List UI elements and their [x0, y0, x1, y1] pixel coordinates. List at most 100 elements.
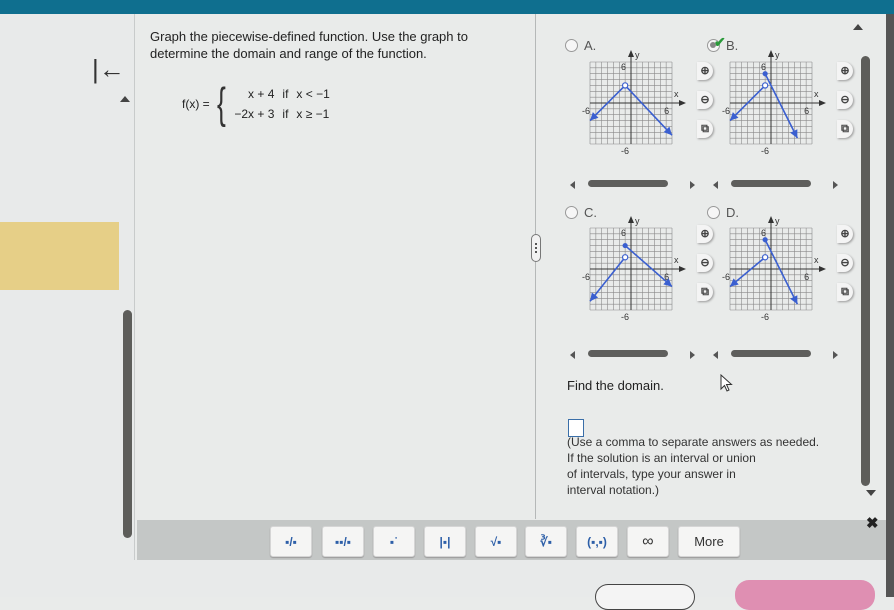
piece-2-expr: −2x + 3: [234, 107, 275, 121]
zoom-in-icon[interactable]: ⊕: [697, 225, 713, 243]
question-line-2: determine the domain and range of the fu…: [150, 46, 427, 61]
graph-horizontal-scrollbar[interactable]: [713, 180, 838, 190]
left-scroll-up-arrow[interactable]: [120, 96, 130, 102]
expand-icon[interactable]: ⧉: [697, 283, 713, 301]
expand-icon[interactable]: ⧉: [837, 120, 853, 138]
graph-svg: yx6-66-6: [582, 216, 686, 322]
zoom-in-icon[interactable]: ⊕: [837, 225, 853, 243]
mixed-number-icon: ▪▪/▪: [334, 534, 352, 549]
function-cases: x + 4 if x < −1 −2x + 3 if x ≥ −1: [234, 87, 329, 121]
exponent-button[interactable]: ▪˙: [373, 526, 415, 557]
hint-line-1: (Use a comma to separate answers as need…: [567, 435, 820, 449]
expand-icon[interactable]: ⧉: [837, 283, 853, 301]
option-graph: y x 6 -6 6 -6: [718, 50, 838, 160]
infinity-icon: ∞: [642, 532, 654, 550]
function-name: f(x) =: [182, 97, 210, 111]
mixed-number-button[interactable]: ▪▪/▪: [322, 526, 364, 557]
x-axis-label: x: [674, 89, 679, 99]
absolute-value-button[interactable]: |▪|: [424, 526, 466, 557]
y-tick-label: -6: [761, 312, 769, 322]
top-bar: [0, 0, 894, 14]
x-tick-label: 6: [804, 106, 809, 116]
window-edge: [886, 14, 894, 597]
x-axis-arrow: [819, 100, 826, 106]
y-axis-label: y: [635, 50, 640, 60]
interval-icon: (▪,▪): [587, 534, 607, 549]
answer-hint: (Use a comma to separate answers as need…: [567, 434, 867, 498]
graph-horizontal-scrollbar[interactable]: [713, 350, 838, 360]
option-graph: y x 6 -6 6 -6: [718, 216, 838, 326]
radio-button[interactable]: [565, 39, 578, 52]
question-line-1: Graph the piecewise-defined function. Us…: [150, 29, 468, 44]
y-axis-arrow: [628, 216, 634, 223]
hint-line-2: If the solution is an interval or union: [567, 451, 756, 465]
y-tick-label: -6: [621, 146, 629, 156]
right-scrollbar[interactable]: [861, 56, 870, 486]
zoom-in-icon[interactable]: ⊕: [837, 62, 853, 80]
graph-horizontal-scrollbar[interactable]: [570, 350, 695, 360]
open-endpoint: [761, 82, 769, 89]
zoom-out-icon[interactable]: ⊖: [697, 254, 713, 272]
x-axis-arrow: [679, 100, 686, 106]
right-scroll-up-arrow[interactable]: [853, 24, 863, 30]
correct-check-icon: ✔: [714, 34, 726, 50]
zoom-out-icon[interactable]: ⊖: [837, 91, 853, 109]
graph-controls: ⊕ ⊖ ⧉: [697, 62, 713, 138]
y-axis-label: y: [635, 216, 640, 226]
left-panel: |←: [0, 14, 135, 597]
hint-line-4: interval notation.): [567, 483, 660, 497]
scroll-right-arrow[interactable]: [833, 351, 838, 359]
scroll-thumb[interactable]: [731, 350, 811, 357]
x-axis-label: x: [814, 255, 819, 265]
scroll-thumb[interactable]: [588, 350, 668, 357]
close-toolbar-icon[interactable]: ✖: [866, 514, 879, 532]
zoom-out-icon[interactable]: ⊖: [697, 91, 713, 109]
x-axis-label: x: [674, 255, 679, 265]
scroll-right-arrow[interactable]: [690, 181, 695, 189]
radio-button[interactable]: [565, 206, 578, 219]
pane-resize-handle[interactable]: [531, 234, 541, 262]
closed-endpoint: [762, 237, 768, 243]
nth-root-button[interactable]: ∛▪: [525, 526, 567, 557]
scroll-left-arrow[interactable]: [570, 181, 575, 189]
y-axis-label: y: [775, 216, 780, 226]
pane-divider: [535, 14, 536, 519]
scroll-right-arrow[interactable]: [833, 181, 838, 189]
scroll-left-arrow[interactable]: [570, 351, 575, 359]
y-axis-arrow: [768, 216, 774, 223]
expand-icon[interactable]: ⧉: [697, 120, 713, 138]
graph-controls: ⊕ ⊖ ⧉: [837, 62, 853, 138]
fraction-icon: ▪/▪: [285, 534, 297, 549]
x-tick-label: -6: [582, 272, 590, 282]
hint-line-3: of intervals, type your answer in: [567, 467, 736, 481]
function-segment: [764, 73, 799, 139]
bottom-button-1[interactable]: [595, 584, 695, 610]
interval-button[interactable]: (▪,▪): [576, 526, 618, 557]
brace: {: [216, 79, 226, 128]
square-root-button[interactable]: √▪: [475, 526, 517, 557]
math-toolbar: ▪/▪ ▪▪/▪ ▪˙ |▪| √▪ ∛▪ (▪,▪) ∞ More: [137, 520, 886, 560]
scroll-right-arrow[interactable]: [690, 351, 695, 359]
fraction-button[interactable]: ▪/▪: [270, 526, 312, 557]
graph-svg: yx6-66-6: [722, 50, 826, 156]
open-endpoint: [621, 254, 629, 261]
zoom-in-icon[interactable]: ⊕: [697, 62, 713, 80]
scroll-left-arrow[interactable]: [713, 351, 718, 359]
mouse-cursor-icon: [720, 374, 733, 392]
left-scrollbar[interactable]: [123, 310, 132, 538]
scroll-thumb[interactable]: [588, 180, 668, 187]
zoom-out-icon[interactable]: ⊖: [837, 254, 853, 272]
more-button[interactable]: More: [678, 526, 740, 557]
find-domain-prompt: Find the domain.: [567, 378, 664, 393]
right-scroll-down-arrow[interactable]: [866, 490, 876, 496]
graph-horizontal-scrollbar[interactable]: [570, 180, 695, 190]
scroll-thumb[interactable]: [731, 180, 811, 187]
bottom-bar: [0, 560, 886, 610]
infinity-button[interactable]: ∞: [627, 526, 669, 557]
y-tick-label: 6: [621, 62, 626, 72]
scroll-left-arrow[interactable]: [713, 181, 718, 189]
back-to-start-icon[interactable]: |←: [92, 54, 125, 85]
closed-endpoint: [762, 71, 768, 77]
check-answer-button[interactable]: [735, 580, 875, 610]
x-axis-arrow: [819, 266, 826, 272]
